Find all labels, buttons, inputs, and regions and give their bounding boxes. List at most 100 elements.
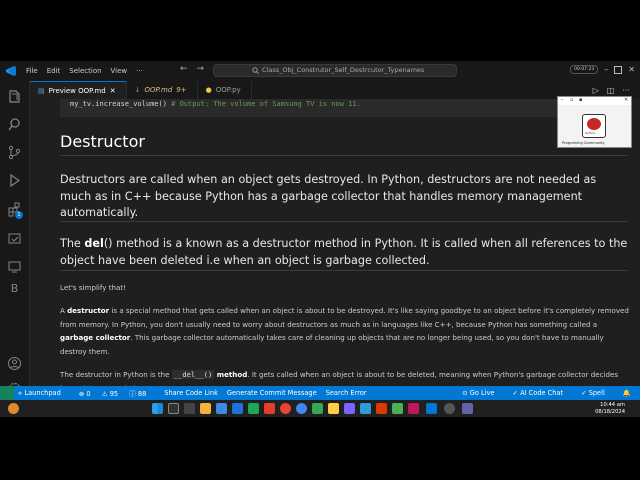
problems-count: 9+ [176, 86, 187, 94]
community-logo: Python [582, 114, 606, 138]
overlay-toolbar: – ▫ ▪ ✕ [558, 97, 631, 105]
notifications-bell-icon[interactable]: 🔔 [623, 389, 631, 397]
app-icon[interactable] [328, 403, 339, 414]
menu-file[interactable]: File [26, 67, 38, 75]
app-icon[interactable] [360, 403, 371, 414]
app-icon[interactable] [248, 403, 259, 414]
tab-label: OOP.py [215, 86, 241, 94]
inline-code: __del__() [171, 370, 215, 379]
more-actions-icon[interactable]: ··· [622, 86, 630, 95]
close-icon[interactable]: ✕ [628, 65, 635, 74]
search-icon[interactable] [7, 117, 22, 132]
app-icon[interactable] [392, 403, 403, 414]
go-live-label: Go Live [469, 389, 495, 397]
del-keyword: del [84, 237, 104, 250]
overlay-restore-icon[interactable]: ▫ [570, 97, 573, 103]
accounts-icon[interactable] [7, 356, 22, 371]
tab-close-icon[interactable]: ✕ [110, 87, 116, 95]
preview-icon: ▤ [38, 86, 45, 95]
nav-arrows: ← → [180, 64, 204, 74]
code-comment: # Output: The volume of Samsung TV is no… [171, 100, 361, 108]
command-center-search[interactable]: Class_Obj_Construtor_Self_Destrcutor_Typ… [213, 64, 457, 77]
overlay-minimize-icon[interactable]: – [561, 97, 564, 103]
menu-bar: File Edit Selection View ··· [26, 67, 143, 75]
app-icon[interactable] [344, 403, 355, 414]
tab-oop-md[interactable]: ↓ OOP.md 9+ [127, 81, 198, 99]
text: () method is a known as a destructor met… [60, 237, 628, 267]
menu-more[interactable]: ··· [136, 67, 143, 75]
weather-widget-icon[interactable] [8, 403, 19, 414]
source-control-icon[interactable] [7, 145, 22, 160]
windows-start-icon[interactable] [152, 403, 163, 414]
chrome-profile-icon[interactable] [296, 403, 307, 414]
menu-edit[interactable]: Edit [47, 67, 61, 75]
clock-date: 08/18/2024 [595, 408, 625, 415]
testing-icon[interactable] [7, 231, 22, 246]
menu-selection[interactable]: Selection [69, 67, 101, 75]
info-count: 88 [137, 390, 147, 398]
code-text: my_tv.increase_volume() [70, 100, 172, 108]
taskbar-search-icon[interactable] [168, 403, 179, 414]
go-live-button[interactable]: ⊙ Go Live [462, 389, 503, 397]
section-divider [60, 221, 628, 222]
file-explorer-icon[interactable] [200, 403, 211, 414]
status-right: ⊙ Go Live ✓ AI Code Chat ✓ Spell 🔔 [462, 389, 640, 397]
back-arrow-icon[interactable]: ← [180, 64, 188, 74]
store-icon[interactable] [232, 403, 243, 414]
simplify-line: Let's simplify that! [60, 283, 126, 292]
timer-pill: 00:07:23 [570, 65, 599, 74]
remote-indicator-icon[interactable] [0, 386, 14, 400]
teams-icon[interactable] [462, 403, 473, 414]
heading-divider [60, 155, 628, 156]
maximize-icon[interactable] [614, 65, 623, 74]
app-icon[interactable] [376, 403, 387, 414]
text: The destructor in Python is the [60, 370, 172, 379]
title-bar-right: 00:07:23 – ✕ [570, 65, 635, 74]
ai-code-chat-button[interactable]: ✓ AI Code Chat [513, 389, 573, 397]
share-code-link-button[interactable]: Share Code Link [164, 389, 218, 397]
split-editor-icon[interactable]: ◫ [607, 86, 615, 95]
forward-arrow-icon[interactable]: → [197, 64, 205, 74]
workspace-name: Class_Obj_Construtor_Self_Destrcutor_Typ… [262, 66, 425, 74]
vscode-taskbar-icon[interactable] [426, 403, 437, 414]
destructor-heading: Destructor [60, 132, 145, 151]
video-overlay[interactable]: – ▫ ▪ ✕ Python Programing Community [557, 96, 632, 148]
task-view-icon[interactable] [184, 403, 195, 414]
generate-commit-button[interactable]: Generate Commit Message [227, 389, 317, 397]
run-icon[interactable]: ▷ [593, 86, 599, 95]
tab-preview-oop-md[interactable]: ▤ Preview OOP.md ✕ [30, 81, 127, 99]
editor-tabs: ▤ Preview OOP.md ✕ ↓ OOP.md 9+ ● OOP.py … [30, 81, 640, 99]
title-bar: File Edit Selection View ··· ← → Class_O… [0, 61, 640, 81]
remote-explorer-icon[interactable] [7, 259, 22, 274]
text: . This garbage collector automatically t… [60, 333, 604, 356]
overlay-close-icon[interactable]: ✕ [624, 97, 628, 103]
tab-label: OOP.md [144, 86, 173, 94]
app-icon[interactable] [408, 403, 419, 414]
launchpad-button[interactable]: ⟡ Launchpad [18, 389, 70, 398]
spell-button[interactable]: ✓ Spell [581, 389, 614, 397]
run-debug-icon[interactable] [7, 173, 22, 188]
b-extension-icon[interactable]: B [7, 281, 22, 296]
minimize-icon[interactable]: – [604, 65, 608, 74]
system-clock[interactable]: 10:44 am 08/18/2024 [595, 402, 625, 415]
overlay-expand-icon[interactable]: ▪ [579, 97, 582, 103]
vscode-logo-icon [6, 66, 16, 76]
extensions-badge: 1 [15, 211, 23, 219]
menu-view[interactable]: View [111, 67, 128, 75]
error-count: 0 [86, 390, 91, 398]
problems-indicator[interactable]: ⊗ 0 ⚠ 95 ⓘ 88 [79, 388, 156, 398]
activity-bar: 1 B [0, 81, 30, 417]
obs-icon[interactable] [444, 403, 455, 414]
edge-icon[interactable] [216, 403, 227, 414]
logo-text: Python [585, 131, 596, 135]
search-icon [252, 67, 259, 74]
launchpad-label: Launchpad [24, 388, 61, 397]
explorer-icon[interactable] [7, 89, 22, 104]
app-icon[interactable] [312, 403, 323, 414]
tab-oop-py[interactable]: ● OOP.py [198, 81, 252, 99]
search-error-button[interactable]: Search Error [326, 389, 367, 397]
code-line: my_tv.increase_volume() # Output: The vo… [70, 100, 361, 108]
app-icon[interactable] [264, 403, 275, 414]
chrome-icon[interactable] [280, 403, 291, 414]
logo-emblem [587, 118, 601, 130]
